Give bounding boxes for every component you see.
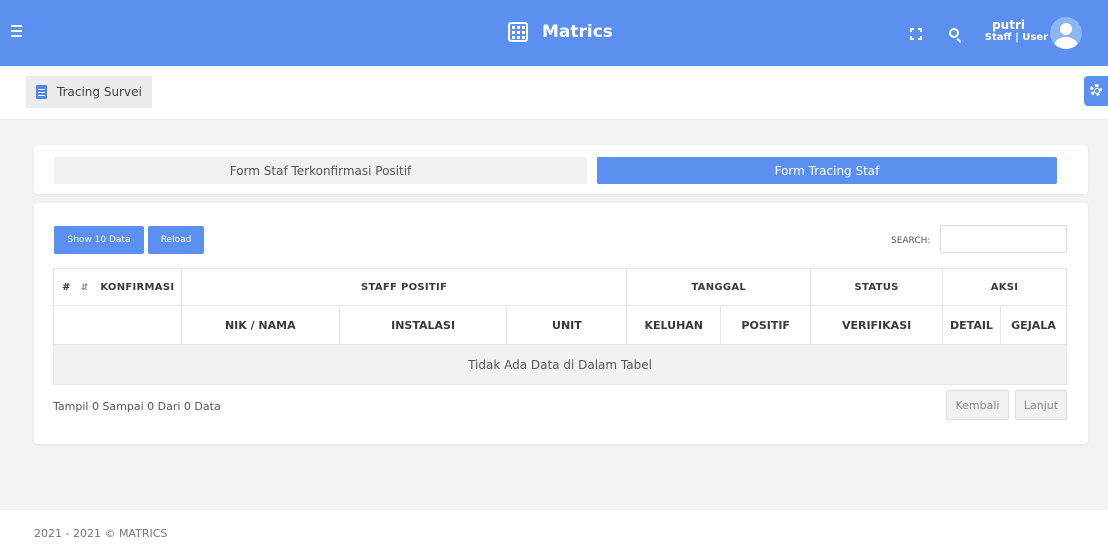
document-icon (36, 85, 47, 99)
column-header-staff-positif: STAFF POSITIF (180, 268, 628, 306)
settings-toggle[interactable] (1084, 76, 1108, 106)
pagination-info: Tampil 0 Sampai 0 Dari 0 Data (53, 400, 221, 413)
avatar[interactable] (1050, 17, 1082, 49)
search-icon[interactable] (948, 27, 964, 43)
table-card: Show 10 Data Reload SEARCH: # ⇵ KONFIRMAS… (34, 203, 1088, 444)
tab-form-tracing-staf[interactable]: Form Tracing Staf (597, 157, 1057, 184)
search-label: SEARCH: (891, 236, 931, 246)
column-header-konfirmasi[interactable]: # ⇵ KONFIRMASI (53, 268, 182, 306)
show-entries-button[interactable]: Show 10 Data (54, 226, 144, 254)
column-header-status: STATUS (810, 268, 944, 306)
column-header-blank (53, 305, 182, 345)
previous-page-button[interactable]: Kembali (946, 390, 1009, 420)
user-name[interactable]: putri (992, 18, 1025, 32)
column-header-instalasi[interactable]: INSTALASI (338, 305, 508, 345)
form-tabs-card: Form Staf Terkonfirmasi Positif Form Tra… (34, 145, 1088, 194)
gear-icon (1090, 84, 1102, 96)
breadcrumb[interactable]: Tracing Survei (26, 76, 152, 108)
search-input[interactable] (940, 225, 1067, 253)
brand[interactable]: Matrics (508, 22, 613, 42)
column-header-detail[interactable]: DETAIL (942, 305, 1001, 345)
column-header-konfirmasi-label: KONFIRMASI (100, 281, 175, 293)
next-page-button[interactable]: Lanjut (1015, 390, 1067, 420)
breadcrumb-bar: Tracing Survei (0, 66, 1108, 120)
column-header-verifikasi[interactable]: VERIFIKASI (810, 305, 944, 345)
table-row: Tidak Ada Data di Dalam Tabel (53, 344, 1067, 385)
data-table: # ⇵ KONFIRMASI STAFF POSITIF TANGGAL STAT… (53, 268, 1068, 385)
column-header-tanggal: TANGGAL (626, 268, 812, 306)
reload-button[interactable]: Reload (148, 226, 204, 254)
column-header-gejala[interactable]: GEJALA (999, 305, 1068, 345)
column-header-nik-nama[interactable]: NIK / NAMA (180, 305, 340, 345)
user-role[interactable]: Staff | User (985, 32, 1048, 43)
fullscreen-icon[interactable] (910, 28, 922, 40)
breadcrumb-label: Tracing Survei (57, 85, 142, 99)
column-header-positif[interactable]: POSITIF (720, 305, 812, 345)
column-header-aksi: AKSI (942, 268, 1067, 306)
grid-icon (508, 22, 528, 42)
tab-form-staf-terkonfirmasi[interactable]: Form Staf Terkonfirmasi Positif (54, 157, 587, 184)
column-header-keluhan[interactable]: KELUHAN (626, 305, 722, 345)
footer-copyright: 2021 - 2021 © MATRICS (34, 527, 168, 540)
top-navbar: Matrics putri Staff | User (0, 0, 1108, 66)
column-header-unit[interactable]: UNIT (506, 305, 628, 345)
menu-icon[interactable] (8, 21, 30, 43)
footer: 2021 - 2021 © MATRICS (0, 510, 1108, 545)
empty-table-message: Tidak Ada Data di Dalam Tabel (53, 344, 1067, 385)
column-header-hash: # (62, 281, 71, 293)
app-title: Matrics (542, 22, 613, 42)
sort-icon[interactable]: ⇵ (81, 283, 89, 293)
